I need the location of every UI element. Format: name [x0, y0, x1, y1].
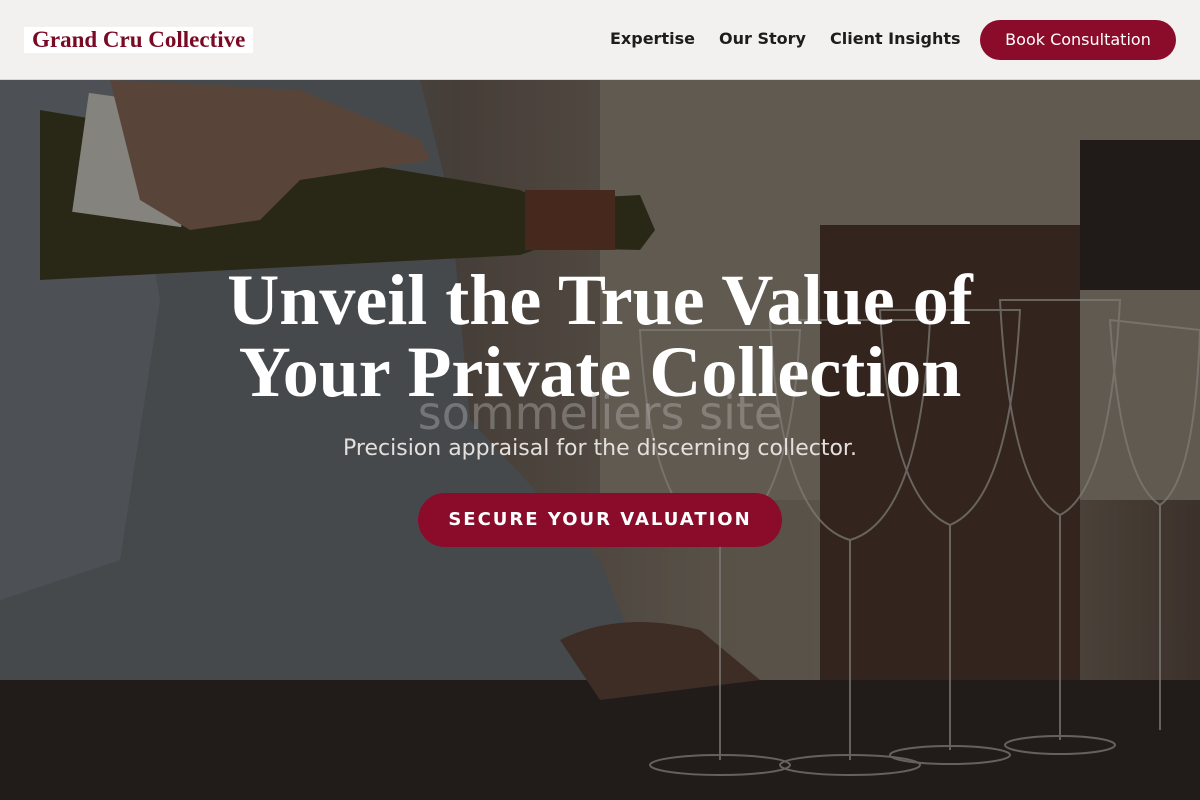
watermark-text: sommeliers site	[417, 386, 783, 440]
hero-subheadline: Precision appraisal for the discerning c…	[343, 436, 857, 461]
secure-valuation-button[interactable]: SECURE YOUR VALUATION	[418, 493, 782, 547]
book-consultation-button[interactable]: Book Consultation	[980, 20, 1176, 60]
hero-headline-line-1: Unveil the True Value of	[227, 260, 973, 340]
nav-link-our-story[interactable]: Our Story	[719, 29, 806, 48]
nav-link-expertise[interactable]: Expertise	[610, 29, 695, 48]
nav-link-client-insights[interactable]: Client Insights	[830, 29, 961, 48]
brand-logo[interactable]: Grand Cru Collective	[24, 27, 254, 53]
site-header: Grand Cru Collective Expertise Our Story…	[0, 0, 1200, 80]
